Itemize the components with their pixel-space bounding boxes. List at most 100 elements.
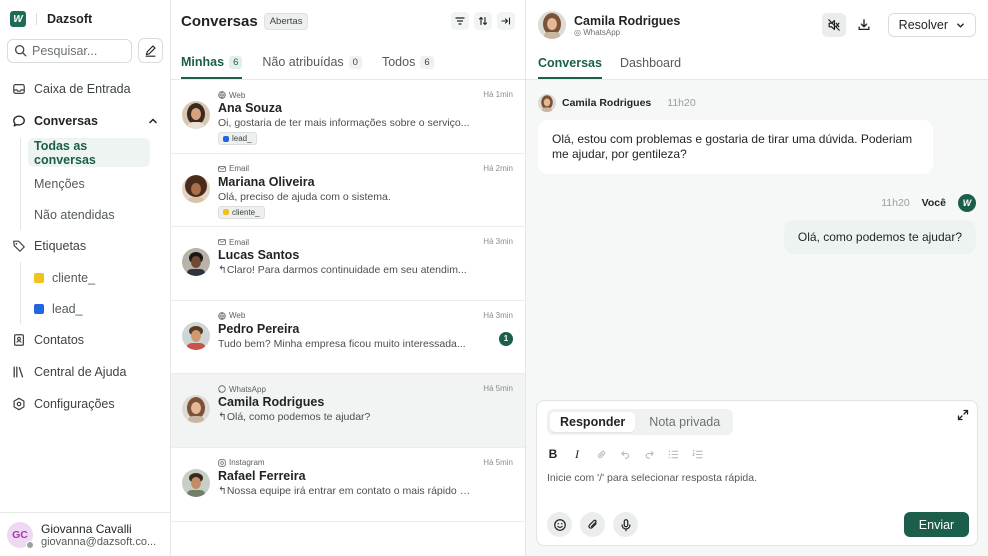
library-icon [13, 366, 24, 378]
emoji-button[interactable] [547, 512, 572, 537]
status-filter-badge[interactable]: Abertas [263, 12, 309, 30]
assignment-tabs: Minhas 6 Não atribuídas 0 Todos 6 [171, 42, 525, 80]
conversation-item[interactable]: Email Mariana Oliveira Olá, preciso de a… [171, 154, 525, 228]
search-icon [14, 44, 27, 57]
contact-avatar[interactable] [538, 11, 566, 39]
tab-label: Não atribuídas [262, 55, 344, 69]
presence-status-icon [26, 540, 34, 549]
undo-button[interactable] [619, 447, 631, 461]
tab-conversations[interactable]: Conversas [538, 56, 602, 79]
sidebar-item-label: Central de Ajuda [34, 365, 127, 379]
search-input[interactable]: Pesquisar... [7, 38, 132, 63]
volume-off-icon [827, 19, 840, 31]
chat-header: Camila Rodrigues ◎ WhatsApp Resolver [526, 0, 988, 50]
sidebar-item-mentions[interactable]: Menções [20, 168, 170, 199]
filter-button[interactable] [451, 12, 469, 30]
send-button[interactable]: Enviar [904, 512, 969, 537]
tab-reply[interactable]: Responder [550, 412, 636, 432]
reply-icon: ↰ [218, 264, 227, 277]
conversation-channel: Email [218, 237, 513, 247]
tab-label: Minhas [181, 55, 225, 69]
conversation-body: Web Pedro Pereira Tudo bem? Minha empres… [218, 311, 513, 374]
channel-name: WhatsApp [583, 27, 621, 37]
message-input[interactable]: Inicie com '/' para selecionar resposta … [547, 472, 757, 484]
tab-mine[interactable]: Minhas 6 [181, 55, 243, 79]
attach-file-button[interactable] [580, 512, 605, 537]
channel-name: WhatsApp [229, 384, 266, 394]
mute-button[interactable] [821, 13, 846, 37]
sidebar-item-all-conversations[interactable]: Todas as conversas [28, 138, 150, 167]
chat-bubble-icon [13, 115, 25, 127]
tab-count-badge: 6 [420, 55, 434, 69]
brand-divider [36, 13, 37, 25]
contact-name: Mariana Oliveira [218, 174, 315, 189]
sidebar-item-label-cliente[interactable]: cliente_ [20, 262, 170, 293]
new-conversation-button[interactable] [138, 38, 163, 63]
contact-name: Pedro Pereira [218, 321, 300, 336]
tab-unassigned[interactable]: Não atribuídas 0 [262, 55, 362, 79]
conversation-body: Instagram Rafael Ferreira ↰Nossa equipe … [218, 458, 513, 521]
sidebar-nav: Caixa de Entrada Conversas Todas as conv… [0, 73, 170, 420]
sidebar-item-unattended[interactable]: Não atendidas [20, 199, 170, 230]
collapse-panel-button[interactable] [497, 12, 515, 30]
search-row: Pesquisar... [0, 38, 170, 63]
bullet-list-button[interactable] [667, 447, 679, 461]
incoming-message-bubble: Olá, estou com problemas e gostaria de t… [538, 120, 933, 174]
sender-avatar [538, 94, 556, 112]
conversation-body: Email Mariana Oliveira Olá, preciso de a… [218, 164, 513, 227]
numbered-list-button[interactable] [691, 447, 703, 461]
resolve-dropdown-button[interactable]: Resolver [887, 13, 976, 37]
contact-avatar [182, 395, 210, 424]
list-header-actions [451, 12, 515, 30]
conversation-item-selected[interactable]: WhatsApp Camila Rodrigues ↰Olá, como pod… [171, 374, 525, 448]
sidebar-item-settings[interactable]: Configurações [0, 388, 170, 420]
smiley-icon [553, 518, 566, 531]
sidebar-item-labels[interactable]: Etiquetas [0, 230, 170, 262]
redo-button[interactable] [643, 447, 655, 461]
sidebar-item-help-center[interactable]: Central de Ajuda [0, 356, 170, 388]
conversation-time: Há 2min [483, 163, 513, 173]
conversation-channel: WhatsApp [218, 384, 513, 394]
chat-actions: Resolver [821, 13, 976, 37]
chat-tabs: Conversas Dashboard [526, 50, 988, 80]
mail-icon [218, 165, 226, 172]
conversation-item[interactable]: Web Pedro Pereira Tudo bem? Minha empres… [171, 301, 525, 375]
contact-avatar [182, 321, 210, 350]
link-button[interactable] [595, 447, 607, 461]
conversation-item[interactable]: Web Ana Souza Oi, gostaria de ter mais i… [171, 80, 525, 154]
conversation-body: Web Ana Souza Oi, gostaria de ter mais i… [218, 90, 513, 153]
tab-dashboard[interactable]: Dashboard [620, 56, 681, 79]
message-preview: ↰Nossa equipe irá entrar em contato o ma… [218, 485, 474, 497]
chevron-up-icon[interactable] [148, 116, 158, 126]
contact-avatar [182, 468, 210, 497]
tag-icon [13, 240, 25, 252]
user-email: giovanna@dazsoft.co... [41, 535, 157, 548]
sort-button[interactable] [474, 12, 492, 30]
tab-all[interactable]: Todos 6 [382, 55, 434, 79]
sidebar-item-inbox[interactable]: Caixa de Entrada [0, 73, 170, 105]
sidebar-item-label-lead[interactable]: lead_ [20, 293, 170, 324]
sidebar-item-label: Etiquetas [34, 239, 87, 253]
channel-name: Email [229, 164, 250, 174]
brand-name: Dazsoft [47, 12, 93, 26]
tab-private-note[interactable]: Nota privada [639, 412, 730, 432]
message-time: 11h20 [667, 97, 696, 109]
current-user[interactable]: GC Giovanna Cavalli giovanna@dazsoft.co.… [0, 512, 170, 556]
label-name: lead_ [52, 301, 83, 316]
record-audio-button[interactable] [613, 512, 638, 537]
message-preview: Olá, preciso de ajuda com o sistema. [218, 190, 391, 203]
conversation-item[interactable]: Instagram Rafael Ferreira ↰Nossa equipe … [171, 448, 525, 522]
reply-icon: ↰ [218, 411, 227, 424]
download-transcript-button[interactable] [852, 13, 876, 37]
conversation-item[interactable]: Email Lucas Santos ↰Claro! Para darmos c… [171, 227, 525, 301]
paperclip-icon [587, 519, 597, 529]
sidebar-item-conversations[interactable]: Conversas [0, 105, 170, 137]
expand-icon[interactable] [957, 409, 969, 421]
italic-button[interactable]: I [571, 447, 583, 461]
conversation-body: WhatsApp Camila Rodrigues ↰Olá, como pod… [218, 384, 513, 447]
bold-button[interactable]: B [547, 447, 559, 461]
inbox-icon [13, 84, 25, 94]
channel-name: Web [229, 311, 246, 321]
label-name: lead_ [232, 134, 252, 143]
sidebar-item-contacts[interactable]: Contatos [0, 324, 170, 356]
